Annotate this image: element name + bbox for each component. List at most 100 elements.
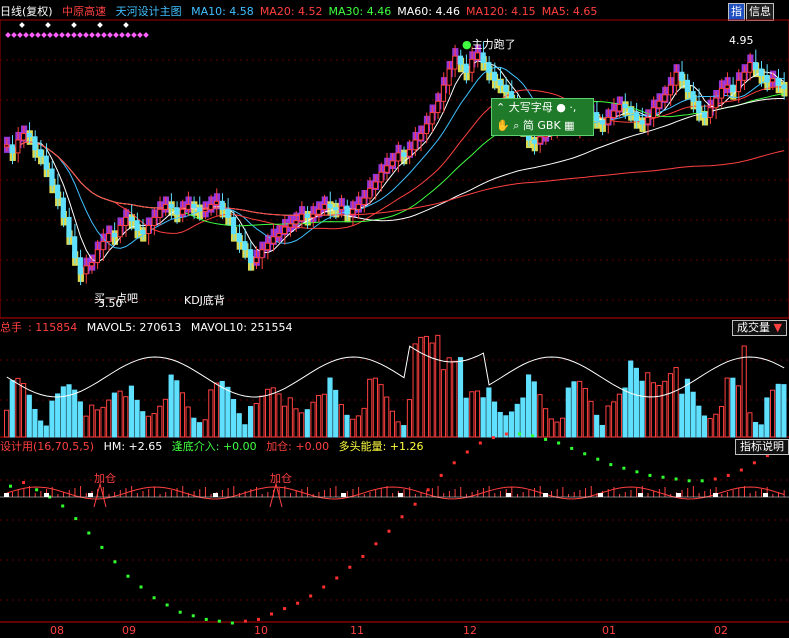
hm-point (243, 619, 247, 623)
diamond-marker (53, 32, 59, 38)
volume-bar (730, 377, 736, 438)
volume-bar (100, 406, 106, 438)
diamond-marker (11, 32, 17, 38)
candle-body (338, 205, 344, 210)
volume-bar (242, 424, 248, 438)
candle-body (503, 84, 509, 93)
volume-bar (4, 409, 10, 438)
volume-bar (174, 380, 180, 438)
ime-mode-label[interactable]: 大写字母 (509, 101, 553, 114)
candle-body (350, 208, 356, 215)
chevron-up-icon[interactable]: ⌃ (496, 101, 505, 114)
volume-bar (384, 396, 390, 438)
volume-bar (769, 389, 776, 438)
candle-body (724, 84, 730, 89)
candle-body (208, 204, 214, 210)
ime-row-1[interactable]: ⌃ 大写字母 ● ·, (492, 99, 593, 117)
volume-bar (38, 420, 44, 438)
candle-body (333, 207, 339, 211)
candle-body (100, 241, 106, 251)
ime-toolbar[interactable]: ⌃ 大写字母 ● ·, ✋ ⌕ 简 GBK ▦ (491, 98, 594, 136)
volume-bar (247, 406, 254, 438)
signal-marker (506, 493, 511, 497)
candle-body (781, 84, 787, 89)
energy-label: 多头能量: +1.26 (338, 440, 424, 453)
punctuation-icon[interactable]: ·, (569, 101, 576, 114)
volume-bar (537, 394, 543, 438)
hm-point (478, 441, 482, 445)
hm-point (204, 617, 208, 621)
candle-body (764, 74, 770, 83)
volume-bar (213, 382, 220, 438)
volume-bar (123, 396, 129, 438)
candle-body (55, 184, 61, 199)
candle-body (633, 112, 639, 122)
signal-marker (713, 493, 718, 497)
volume-bar (707, 418, 713, 438)
dropdown-icon[interactable]: ▼ (774, 321, 782, 334)
hm-point (517, 432, 521, 436)
volume-bar (230, 398, 237, 438)
candle-body (106, 233, 112, 243)
volume-bar (15, 377, 21, 438)
candle-body (690, 91, 696, 102)
candle-body (628, 107, 634, 114)
volume-bar (497, 411, 503, 438)
candle-body (15, 139, 21, 154)
indicator-help-button[interactable]: 指标说明 (735, 439, 789, 455)
volume-bar (758, 424, 764, 438)
volume-bar (401, 425, 407, 438)
x-tick-label: 01 (602, 624, 616, 637)
volume-bar (389, 410, 395, 438)
diamond-marker (23, 32, 29, 38)
candle-body (656, 100, 662, 109)
diamond-marker (143, 32, 149, 38)
volume-bar (196, 422, 203, 438)
volume-button[interactable]: 成交量 ▼ (732, 320, 787, 336)
keyboard-icon[interactable]: ▦ (564, 119, 574, 132)
charset-label[interactable]: 简 GBK (523, 119, 561, 132)
volume-bar (219, 380, 225, 438)
hand-icon[interactable]: ✋ (496, 119, 510, 132)
volume-bar (514, 403, 520, 438)
add-marker-2: 加仓 (270, 472, 292, 485)
volume-bar (49, 400, 55, 438)
volume-bar (333, 389, 339, 438)
diamond-marker (95, 32, 101, 38)
volume-bar (452, 360, 458, 438)
candle-body (429, 112, 435, 125)
mavol10-label: MAVOL10: 251554 (190, 321, 293, 334)
search-icon[interactable]: ⌕ (513, 119, 519, 132)
hm-point (296, 601, 300, 605)
volume-bar (435, 334, 441, 438)
volume-bar (287, 397, 293, 438)
candle-body (202, 208, 208, 212)
chart-canvas[interactable] (0, 0, 789, 638)
volume-bar (656, 385, 662, 438)
volume-bar (480, 397, 486, 438)
volume-bar (304, 409, 310, 438)
candle-body (378, 171, 384, 183)
candle-body (355, 204, 361, 210)
volume-bar (594, 414, 600, 438)
ime-row-2[interactable]: ✋ ⌕ 简 GBK ▦ (492, 117, 593, 135)
hm-point (400, 515, 404, 519)
volume-bar (560, 417, 566, 438)
candle-body (32, 136, 38, 151)
indicator2-name: 设计用(16,70,5,5) (0, 440, 95, 453)
volume-bar (577, 380, 583, 438)
hm-point (191, 614, 195, 618)
diamond-marker (89, 32, 95, 38)
volume-bar (361, 407, 367, 438)
candle-body (123, 216, 129, 226)
candle-body (435, 100, 441, 114)
volume-bar (486, 387, 492, 438)
volume-bar (111, 392, 117, 438)
candle-body (225, 208, 231, 218)
diamond-marker (71, 32, 77, 38)
candle-body (412, 139, 418, 151)
hm-point (596, 457, 600, 461)
diamond-marker (47, 32, 53, 38)
volume-bar (440, 369, 447, 438)
x-tick-label: 11 (350, 624, 364, 637)
